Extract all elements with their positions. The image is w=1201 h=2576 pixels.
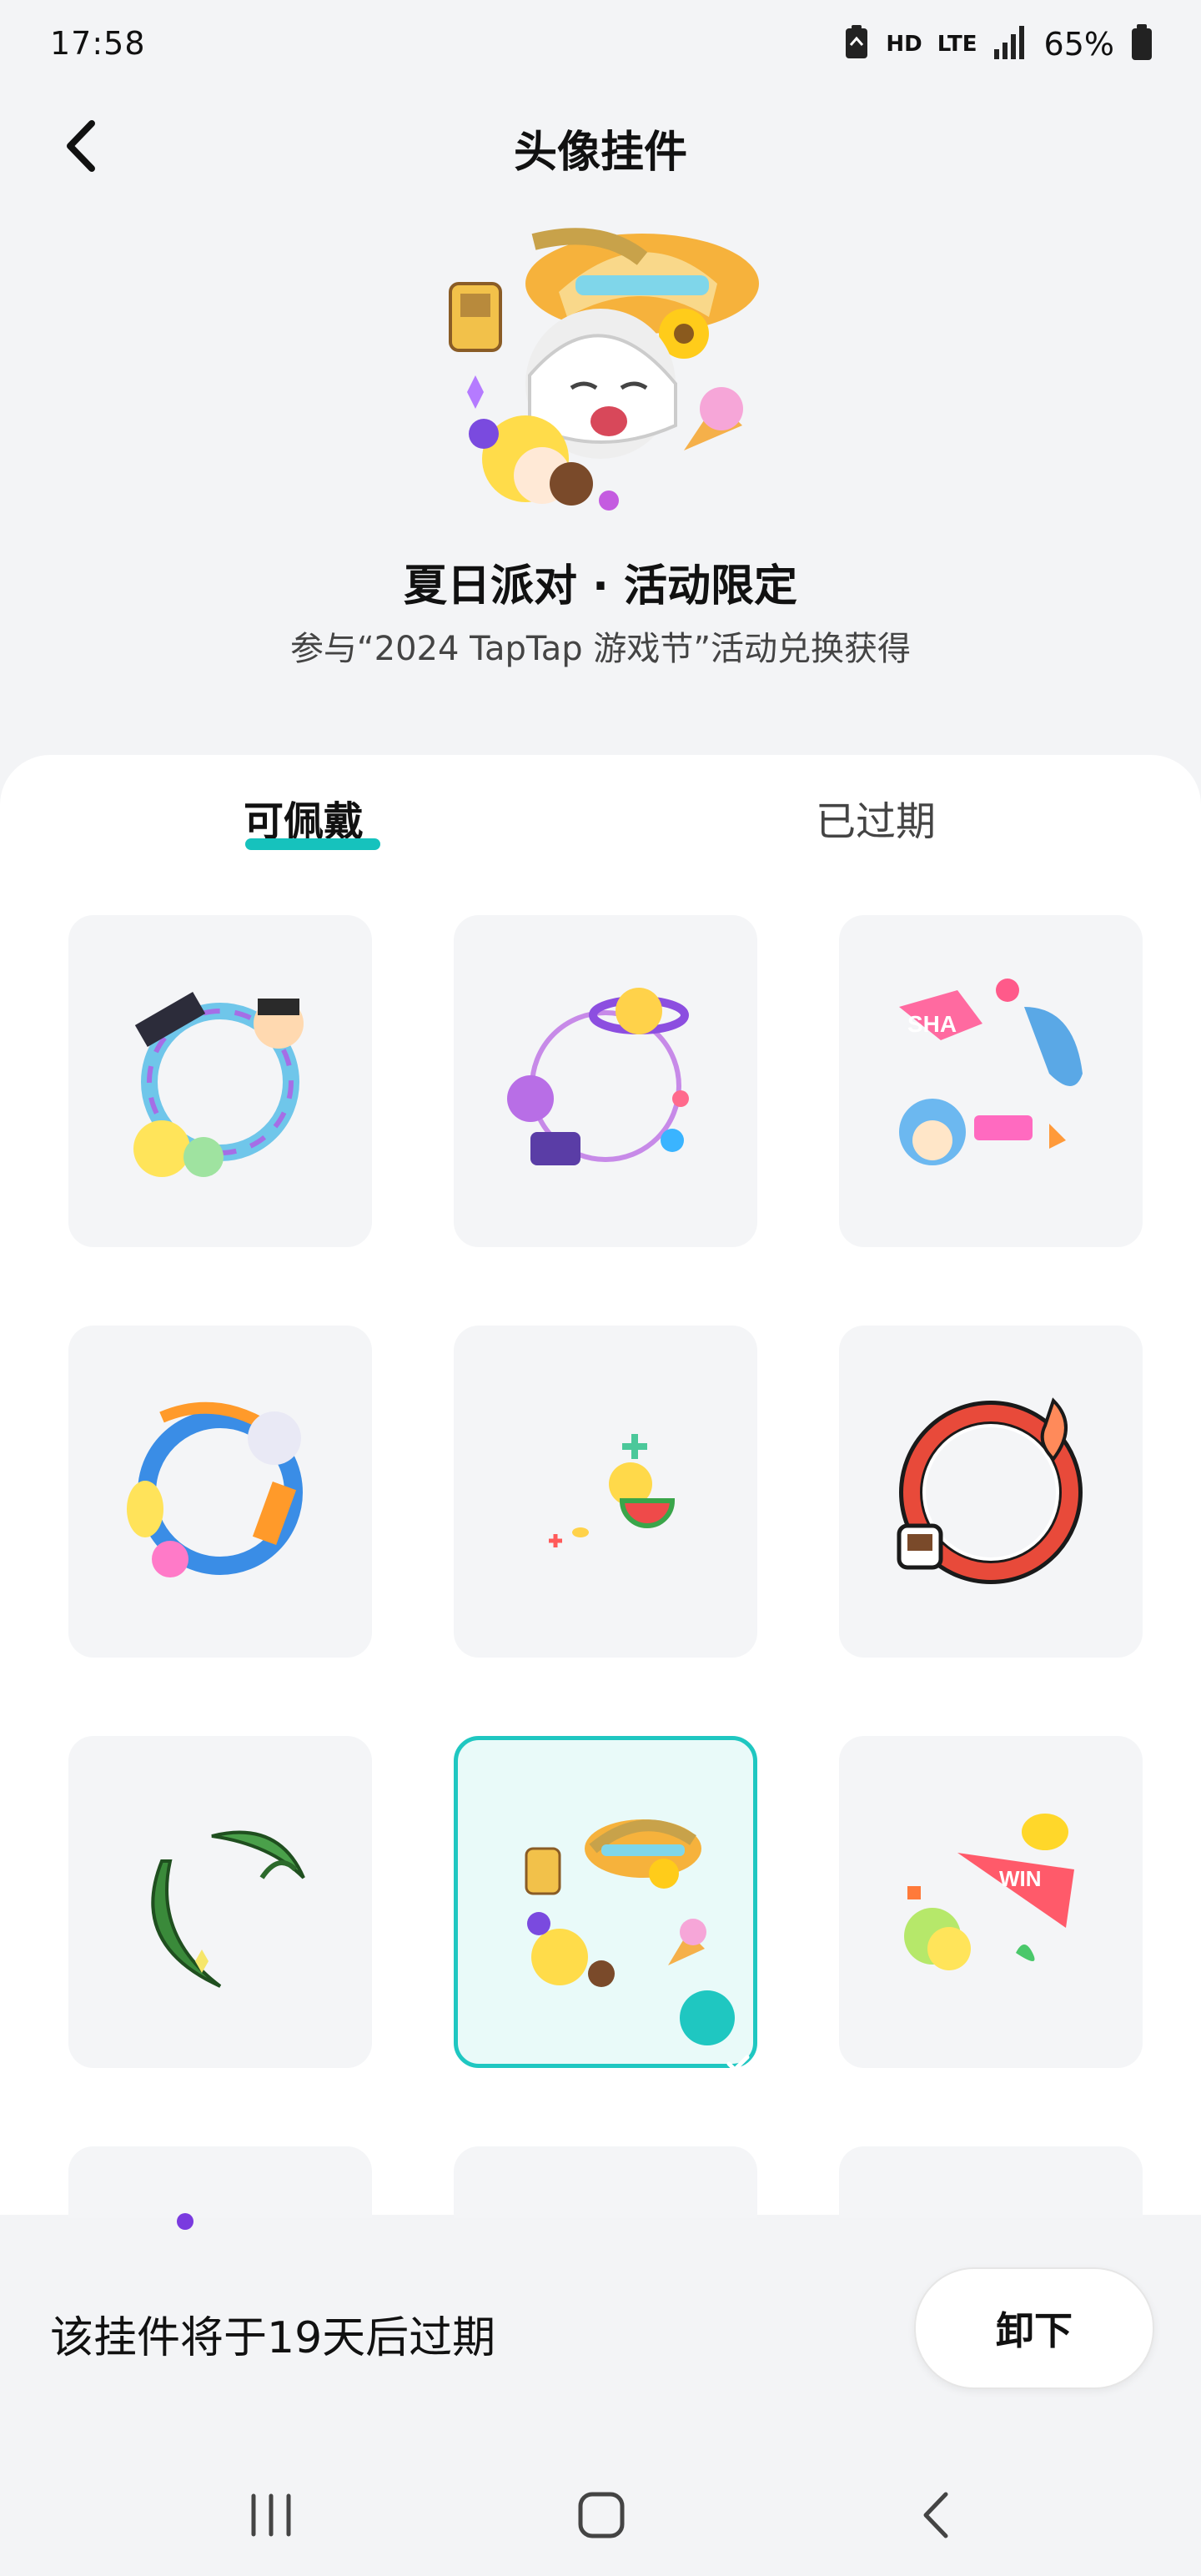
selected-check-icon <box>680 1990 750 2072</box>
frame-source-text: 参与“2024 TapTap 游戏节”活动兑换获得 <box>289 630 912 668</box>
frame-list-sheet: 可佩戴 已过期 SHA WIN <box>0 755 1201 2230</box>
home-button[interactable] <box>572 2486 631 2544</box>
frame-tile-win-duck[interactable]: WIN <box>839 1736 1143 2068</box>
back-arrow-icon <box>923 2492 948 2538</box>
frame-tile-pixel[interactable] <box>68 915 372 1247</box>
frame-tile-ribbon[interactable] <box>68 1326 372 1658</box>
ribbon-frame-image <box>127 1401 303 1577</box>
svg-text:WIN: WIN <box>999 1866 1042 1891</box>
signal-icon <box>992 24 1029 64</box>
red-ring-frame-image <box>897 1397 1083 1584</box>
recent-apps-button[interactable] <box>242 2486 300 2544</box>
frame-tile-partial-2[interactable] <box>454 2146 757 2218</box>
frame-title: 夏日派对 · 活动限定 <box>404 561 797 611</box>
win-duck-frame-image: WIN <box>904 1814 1074 1970</box>
home-icon <box>578 2492 625 2538</box>
leaf-frame-image <box>151 1830 305 1988</box>
pixel-frame-image <box>133 992 304 1177</box>
recent-apps-icon <box>251 2493 291 2537</box>
galaxy-frame-image <box>507 988 689 1165</box>
status-bar: 17:58 HD LTE 65% <box>0 0 1201 92</box>
battery-icon <box>1129 23 1154 65</box>
summer-hat-frame-image <box>525 1819 706 1987</box>
avatar-preview <box>434 225 767 526</box>
system-nav-bar <box>0 2436 1201 2576</box>
unload-button[interactable]: 卸下 <box>914 2267 1154 2389</box>
frame-tile-shark[interactable]: SHA <box>839 915 1143 1247</box>
status-time: 17:58 <box>50 25 146 62</box>
svg-text:SHA: SHA <box>907 1011 957 1037</box>
frame-tile-summer-hat[interactable] <box>454 1736 757 2072</box>
frame-tile-galaxy[interactable] <box>454 915 757 1247</box>
frame-tile-leaf[interactable] <box>68 1736 372 2068</box>
page-title: 头像挂件 <box>513 128 687 178</box>
watermelon-frame-image <box>549 1434 676 1547</box>
frame-tile-partial-1[interactable] <box>68 2146 372 2230</box>
tab-expired[interactable]: 已过期 <box>816 788 936 847</box>
expire-notice: 该挂件将于19天后过期 <box>50 2313 496 2363</box>
lte-indicator: LTE <box>937 32 977 57</box>
hd-indicator: HD <box>886 32 922 57</box>
frame-tile-partial-3[interactable] <box>839 2146 1143 2218</box>
shark-frame-image: SHA <box>899 979 1083 1165</box>
partial-frame-image <box>177 2213 193 2230</box>
battery-percent: 65% <box>1043 26 1114 63</box>
system-back-button[interactable] <box>909 2486 967 2544</box>
status-icons: HD LTE 65% <box>842 23 1154 65</box>
active-tab-indicator <box>245 838 380 850</box>
frame-tile-watermelon[interactable] <box>454 1326 757 1658</box>
frame-tile-red-ring[interactable] <box>839 1326 1143 1658</box>
battery-saver-icon <box>842 23 871 65</box>
